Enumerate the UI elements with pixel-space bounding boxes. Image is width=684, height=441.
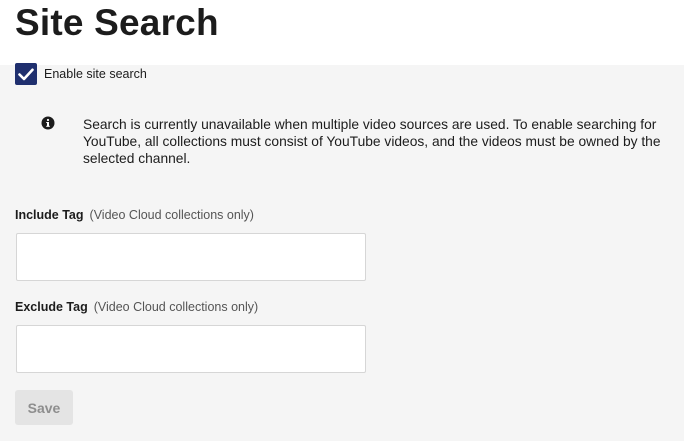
include-tag-hint: (Video Cloud collections only) bbox=[89, 208, 254, 222]
exclude-tag-input[interactable] bbox=[16, 325, 366, 373]
checkmark-icon bbox=[18, 68, 34, 80]
enable-site-search-label[interactable]: Enable site search bbox=[44, 67, 147, 81]
include-tag-input[interactable] bbox=[16, 233, 366, 281]
site-search-page: Site Search Enable site search Search is… bbox=[0, 0, 684, 441]
exclude-tag-label-row: Exclude Tag (Video Cloud collections only… bbox=[15, 300, 258, 314]
save-button[interactable]: Save bbox=[15, 390, 73, 425]
page-title: Site Search bbox=[15, 2, 219, 43]
info-circle-icon bbox=[41, 116, 55, 130]
exclude-tag-label: Exclude Tag bbox=[15, 300, 88, 314]
page-header: Site Search bbox=[0, 0, 684, 65]
exclude-tag-hint: (Video Cloud collections only) bbox=[93, 300, 259, 314]
include-tag-label: Include Tag bbox=[15, 208, 84, 222]
enable-site-search-row[interactable]: Enable site search bbox=[15, 62, 147, 86]
info-message: Search is currently unavailable when mul… bbox=[83, 117, 661, 166]
include-tag-label-row: Include Tag (Video Cloud collections only… bbox=[15, 208, 254, 222]
enable-site-search-checkbox[interactable] bbox=[15, 63, 37, 85]
